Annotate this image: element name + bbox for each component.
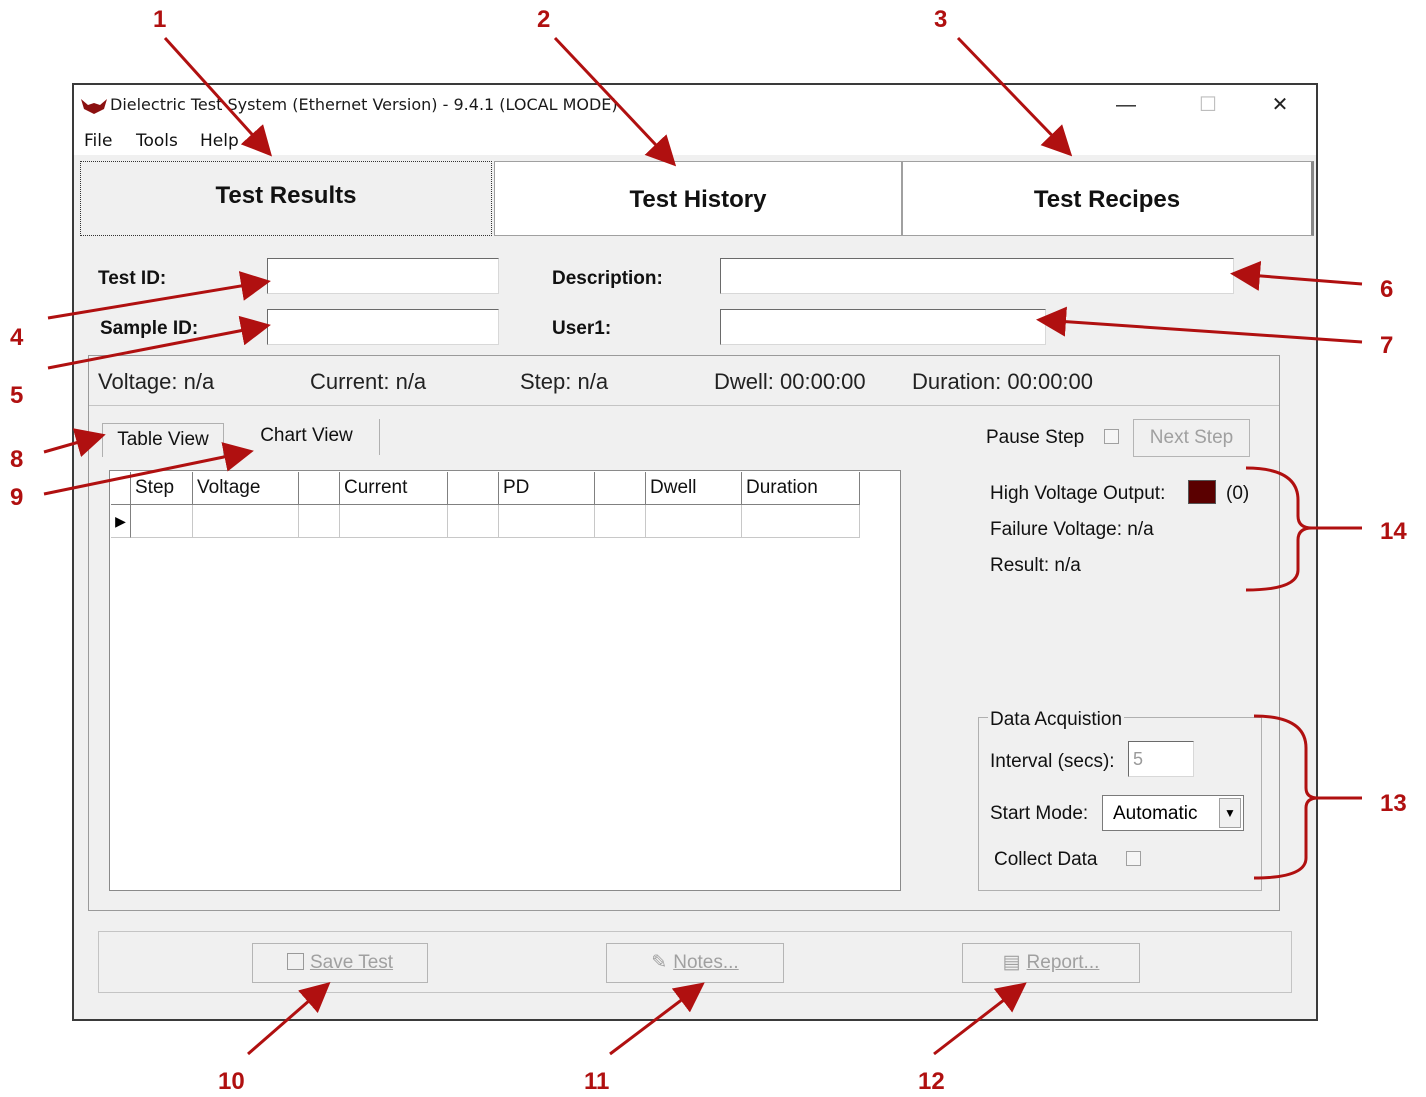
annotation-arrow [47, 315, 271, 370]
annotation-number: 10 [218, 1068, 245, 1095]
annotation-number: 6 [1380, 276, 1394, 303]
annotation-brace [1245, 466, 1362, 592]
annotation-number: 8 [10, 446, 24, 473]
annotation-number: 5 [10, 382, 24, 409]
annotation-number: 14 [1380, 518, 1407, 545]
annotation-number: 9 [10, 484, 24, 511]
annotation-arrow [47, 271, 271, 320]
annotation-arrow [553, 36, 677, 167]
annotation-arrow [43, 442, 254, 496]
annotation-number: 13 [1380, 790, 1407, 817]
annotation-arrow [956, 36, 1073, 157]
annotation-number: 12 [918, 1068, 945, 1095]
annotation-number: 11 [584, 1068, 610, 1095]
annotation-arrow [1230, 260, 1363, 291]
annotation-arrow [933, 982, 1027, 1056]
annotation-number: 4 [10, 324, 24, 351]
annotation-number: 2 [537, 6, 551, 33]
annotation-number: 1 [153, 6, 167, 33]
annotation-arrow [609, 982, 705, 1056]
annotation-arrow [43, 428, 106, 458]
annotation-arrow [1036, 306, 1363, 344]
annotation-arrow [163, 36, 273, 157]
annotation-arrows [43, 36, 1363, 1056]
annotation-number: 7 [1380, 332, 1394, 359]
annotation-arrow [247, 982, 331, 1056]
annotation-brace [1253, 714, 1362, 880]
annotation-number: 3 [934, 6, 948, 33]
